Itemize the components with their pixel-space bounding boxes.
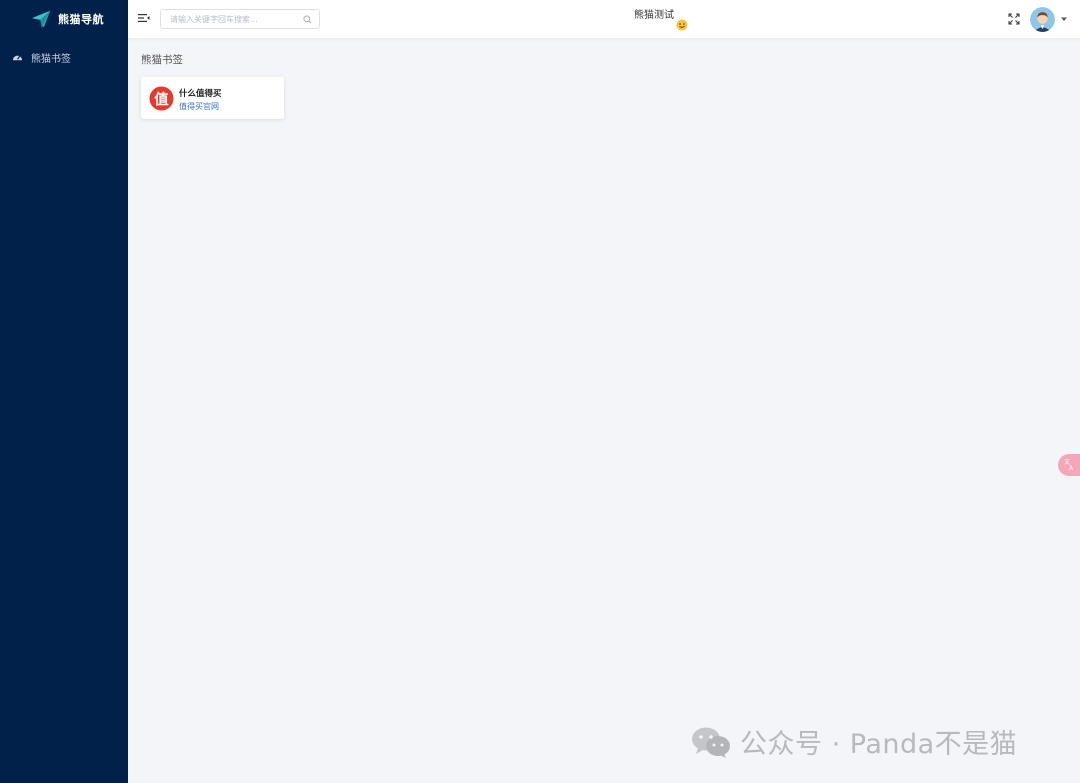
translate-icon: 文 A — [1064, 458, 1074, 472]
bookmark-card[interactable]: 值 什么值得买 值得买官网 — [141, 77, 284, 119]
brand-title: 熊猫导航 — [58, 13, 104, 26]
bookmark-name: 什么值得买 — [179, 89, 222, 99]
brand[interactable]: 熊猫导航 — [0, 0, 128, 38]
smiley-emoji-icon — [676, 19, 688, 31]
watermark: 公众号 · Panda不是猫 — [690, 722, 1017, 761]
page-title: 熊猫测试 — [634, 10, 674, 21]
translate-float-button[interactable]: 文 A — [1058, 454, 1080, 476]
sidebar-item-bookmarks[interactable]: 熊猫书签 — [0, 38, 128, 76]
search-box — [160, 9, 320, 29]
svg-text:A: A — [1069, 465, 1074, 472]
watermark-text: 公众号 · Panda不是猫 — [740, 729, 1018, 760]
sidebar-item-label: 熊猫书签 — [31, 53, 71, 65]
smzdm-logo-icon: 值 — [149, 86, 174, 111]
avatar[interactable] — [1030, 7, 1055, 32]
card-logo-char: 值 — [154, 90, 169, 108]
caret-down-icon[interactable] — [1061, 17, 1067, 22]
search-icon[interactable] — [303, 14, 312, 24]
bookmark-description[interactable]: 值得买官网 — [179, 101, 219, 112]
sidebar: 熊猫导航 熊猫书签 — [0, 0, 128, 783]
wechat-icon — [692, 727, 730, 758]
search-input[interactable] — [161, 10, 299, 28]
dashboard-gauge-icon — [12, 55, 23, 60]
section-title: 熊猫书签 — [141, 54, 183, 66]
top-bar: 熊猫测试 — [128, 0, 1080, 38]
fullscreen-icon[interactable] — [1008, 13, 1020, 25]
collapse-menu-icon[interactable] — [138, 12, 150, 24]
paper-plane-logo-icon — [31, 10, 51, 29]
